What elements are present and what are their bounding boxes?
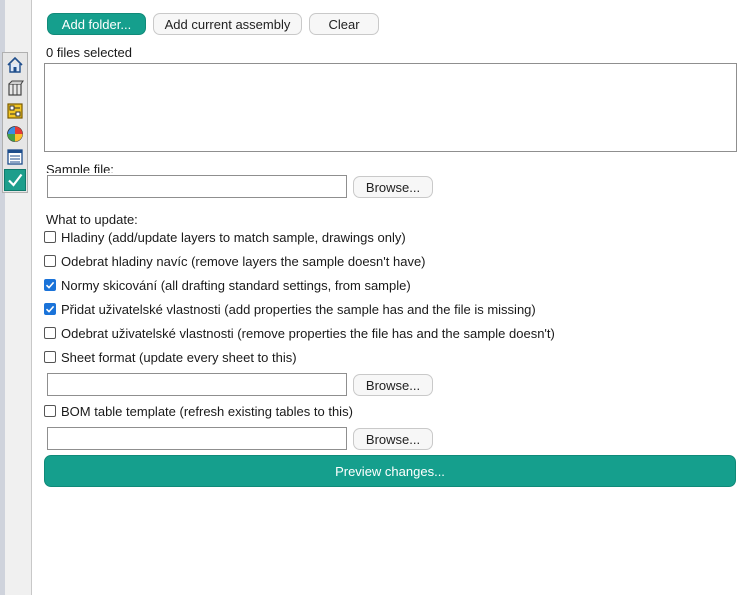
option-label: Sheet format (update every sheet to this…	[61, 349, 297, 365]
clear-button[interactable]: Clear	[309, 13, 379, 35]
option-remove-layers[interactable]: Odebrat hladiny navíc (remove layers the…	[44, 253, 426, 269]
option-label: Hladiny (add/update layers to match samp…	[61, 229, 406, 245]
option-remove-properties[interactable]: Odebrat uživatelské vlastnosti (remove p…	[44, 325, 555, 341]
list-icon[interactable]	[4, 146, 26, 168]
add-folder-button[interactable]: Add folder...	[47, 13, 146, 35]
option-label: Přidat uživatelské vlastnosti (add prope…	[61, 301, 536, 317]
appearance-icon[interactable]	[4, 123, 26, 145]
bom-template-browse-button[interactable]: Browse...	[353, 428, 433, 450]
sample-file-label: Sample file:	[46, 162, 114, 173]
drafting-standard-checkbox[interactable]	[44, 279, 56, 291]
sample-browse-button[interactable]: Browse...	[353, 176, 433, 198]
sheet-format-field[interactable]	[47, 373, 347, 396]
sample-file-field[interactable]	[47, 175, 347, 198]
checkmark-icon[interactable]	[4, 169, 26, 191]
check-icon	[45, 281, 55, 289]
bom-template-checkbox[interactable]	[44, 405, 56, 417]
preview-changes-button[interactable]: Preview changes...	[44, 455, 736, 487]
bom-template-field[interactable]	[47, 427, 347, 450]
sheet-format-browse-button[interactable]: Browse...	[353, 374, 433, 396]
configuration-icon[interactable]	[4, 100, 26, 122]
option-layers[interactable]: Hladiny (add/update layers to match samp…	[44, 229, 406, 245]
option-add-properties[interactable]: Přidat uživatelské vlastnosti (add prope…	[44, 301, 536, 317]
option-bom-template[interactable]: BOM table template (refresh existing tab…	[44, 403, 353, 419]
remove-properties-checkbox[interactable]	[44, 327, 56, 339]
files-selected-count: 0 files selected	[46, 45, 132, 60]
remove-layers-checkbox[interactable]	[44, 255, 56, 267]
add-properties-checkbox[interactable]	[44, 303, 56, 315]
option-drafting-standard[interactable]: Normy skicování (all drafting standard s…	[44, 277, 411, 293]
add-current-assembly-button[interactable]: Add current assembly	[153, 13, 302, 35]
parts-icon[interactable]	[4, 77, 26, 99]
what-to-update-heading: What to update:	[46, 212, 138, 227]
option-label: Odebrat uživatelské vlastnosti (remove p…	[61, 325, 555, 341]
option-sheet-format[interactable]: Sheet format (update every sheet to this…	[44, 349, 297, 365]
side-tab-rail	[2, 52, 28, 193]
file-list[interactable]	[44, 63, 737, 152]
option-label: Odebrat hladiny navíc (remove layers the…	[61, 253, 426, 269]
layers-checkbox[interactable]	[44, 231, 56, 243]
check-icon	[45, 305, 55, 313]
option-label: BOM table template (refresh existing tab…	[61, 403, 353, 419]
option-label: Normy skicování (all drafting standard s…	[61, 277, 411, 293]
sheet-format-checkbox[interactable]	[44, 351, 56, 363]
home-icon[interactable]	[4, 54, 26, 76]
